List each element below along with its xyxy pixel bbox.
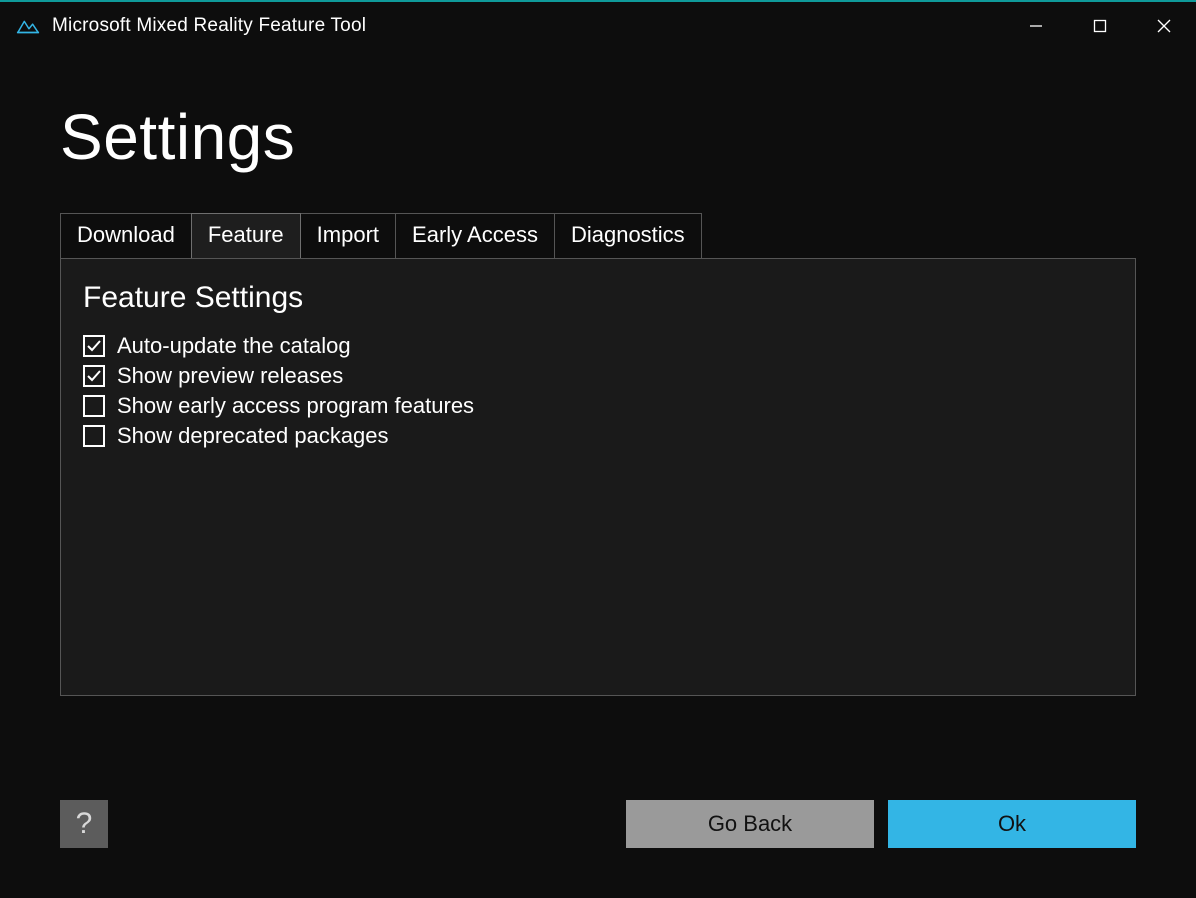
panel-heading: Feature Settings [83, 281, 1113, 315]
ok-button[interactable]: Ok [888, 800, 1136, 848]
window-controls [1004, 2, 1196, 50]
option-early-access[interactable]: Show early access program features [83, 393, 1113, 419]
close-button[interactable] [1132, 2, 1196, 50]
tab-label: Download [77, 222, 175, 247]
option-label: Show preview releases [117, 363, 343, 389]
app-title: Microsoft Mixed Reality Feature Tool [52, 15, 366, 37]
checkbox-icon [83, 365, 105, 387]
titlebar: Microsoft Mixed Reality Feature Tool [0, 2, 1196, 50]
button-label: Go Back [708, 811, 792, 837]
app-icon [16, 14, 40, 38]
option-label: Show deprecated packages [117, 423, 389, 449]
settings-panel: Feature Settings Auto-update the catalog… [60, 258, 1136, 696]
tab-diagnostics[interactable]: Diagnostics [554, 213, 702, 258]
tab-label: Early Access [412, 222, 538, 247]
help-button[interactable]: ? [60, 800, 108, 848]
content: Settings Download Feature Import Early A… [0, 50, 1196, 898]
checkbox-icon [83, 395, 105, 417]
maximize-button[interactable] [1068, 2, 1132, 50]
option-label: Auto-update the catalog [117, 333, 351, 359]
tab-label: Feature [208, 222, 284, 247]
tab-feature[interactable]: Feature [191, 213, 301, 258]
option-label: Show early access program features [117, 393, 474, 419]
tab-download[interactable]: Download [60, 213, 192, 258]
tab-early-access[interactable]: Early Access [395, 213, 555, 258]
tabs: Download Feature Import Early Access Dia… [60, 213, 1136, 258]
minimize-button[interactable] [1004, 2, 1068, 50]
go-back-button[interactable]: Go Back [626, 800, 874, 848]
button-label: Ok [998, 811, 1026, 837]
checkbox-icon [83, 425, 105, 447]
window: Microsoft Mixed Reality Feature Tool Set… [0, 0, 1196, 898]
tab-import[interactable]: Import [300, 213, 396, 258]
checkbox-icon [83, 335, 105, 357]
option-deprecated[interactable]: Show deprecated packages [83, 423, 1113, 449]
footer: ? Go Back Ok [60, 760, 1136, 868]
tab-label: Diagnostics [571, 222, 685, 247]
page-title: Settings [60, 104, 1136, 171]
tab-label: Import [317, 222, 379, 247]
option-show-preview[interactable]: Show preview releases [83, 363, 1113, 389]
option-auto-update[interactable]: Auto-update the catalog [83, 333, 1113, 359]
help-icon: ? [76, 807, 93, 841]
